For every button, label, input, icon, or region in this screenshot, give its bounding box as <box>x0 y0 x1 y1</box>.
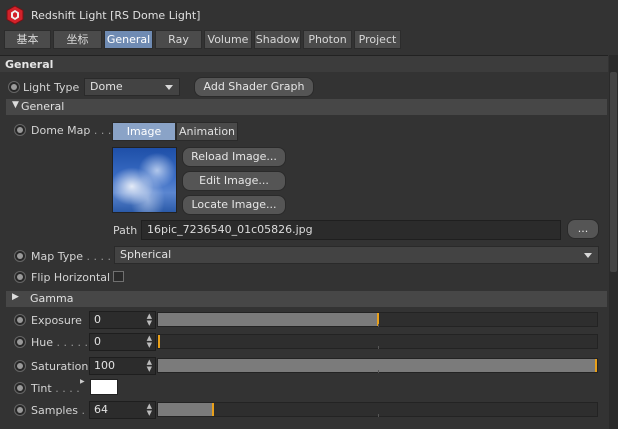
browse-path-button[interactable]: ... <box>567 219 599 239</box>
spinner-arrows-icon[interactable]: ▲ ▼ <box>147 359 152 373</box>
map-type-dropdown[interactable]: Spherical <box>114 246 599 264</box>
tab-basic[interactable]: 基本 <box>4 30 51 49</box>
redshift-logo-icon <box>6 5 24 25</box>
tint-label: Tint . . . . <box>31 382 80 395</box>
tab-project[interactable]: Project <box>354 30 401 49</box>
light-type-value: Dome <box>90 80 123 93</box>
map-type-animate-radio[interactable] <box>14 250 26 262</box>
hue-animate-radio[interactable] <box>14 336 26 348</box>
dome-map-label: Dome Map . . . <box>31 124 112 137</box>
map-type-value: Spherical <box>120 248 172 261</box>
tint-animate-radio[interactable] <box>14 382 26 394</box>
hue-input[interactable]: 0 ▲ ▼ <box>89 333 156 351</box>
window-title: Redshift Light [RS Dome Light] <box>31 9 201 22</box>
gamma-section-header[interactable]: ▶ Gamma <box>6 291 607 307</box>
spinner-arrows-icon[interactable]: ▲ ▼ <box>147 403 152 417</box>
exposure-slider[interactable] <box>157 312 598 327</box>
saturation-label: Saturation <box>31 360 89 373</box>
saturation-slider[interactable] <box>157 358 598 373</box>
exposure-animate-radio[interactable] <box>14 314 26 326</box>
samples-label: Samples . . <box>31 404 92 417</box>
light-type-animate-radio[interactable] <box>8 81 20 93</box>
locate-image-button[interactable]: Locate Image... <box>182 195 286 215</box>
reload-image-button[interactable]: Reload Image... <box>182 147 286 167</box>
path-label: Path <box>113 224 138 237</box>
subsection-general-header[interactable]: ▼ General <box>6 99 607 115</box>
scrollbar-thumb[interactable] <box>610 72 617 272</box>
flip-horizontal-label: Flip Horizontal <box>31 271 111 284</box>
samples-animate-radio[interactable] <box>14 404 26 416</box>
collapse-triangle-icon: ▼ <box>12 100 19 110</box>
subsection-general-label: General <box>21 100 65 113</box>
flip-horizontal-animate-radio[interactable] <box>14 271 26 283</box>
tab-coordinates[interactable]: 坐标 <box>53 30 102 49</box>
exposure-label: Exposure <box>31 314 82 327</box>
slider-midpoint-tick <box>377 370 379 373</box>
saturation-input[interactable]: 100 ▲ ▼ <box>89 357 156 375</box>
expand-triangle-icon: ▶ <box>12 292 19 302</box>
gamma-section-label: Gamma <box>30 292 74 305</box>
slider-handle[interactable] <box>211 403 214 416</box>
dome-map-animation-tab[interactable]: Animation <box>176 122 238 141</box>
map-type-label: Map Type . . . . <box>31 250 111 263</box>
exposure-input[interactable]: 0 ▲ ▼ <box>89 311 156 329</box>
slider-handle[interactable] <box>595 359 597 372</box>
expand-caret-icon[interactable]: ▶ <box>80 378 85 385</box>
spinner-arrows-icon[interactable]: ▲ ▼ <box>147 335 152 349</box>
samples-input[interactable]: 64 ▲ ▼ <box>89 401 156 419</box>
dome-map-animate-radio[interactable] <box>14 124 26 136</box>
tab-volume[interactable]: Volume <box>204 30 252 49</box>
path-field[interactable]: 16pic_7236540_01c05826.jpg <box>141 220 561 240</box>
spinner-arrows-icon[interactable]: ▲ ▼ <box>147 313 152 327</box>
chevron-down-icon <box>165 85 173 90</box>
chevron-down-icon <box>584 253 592 258</box>
saturation-animate-radio[interactable] <box>14 360 26 372</box>
hue-label: Hue . . . . . <box>31 336 88 349</box>
tab-shadow[interactable]: Shadow <box>254 30 301 49</box>
hue-slider[interactable] <box>157 334 598 349</box>
slider-midpoint-tick <box>377 346 379 349</box>
slider-midpoint-tick <box>377 324 379 327</box>
dome-map-thumbnail[interactable] <box>112 147 177 213</box>
tab-photon[interactable]: Photon <box>303 30 352 49</box>
slider-midpoint-tick <box>377 414 379 417</box>
edit-image-button[interactable]: Edit Image... <box>182 171 286 191</box>
tint-color-swatch[interactable] <box>90 379 118 395</box>
dome-map-image-tab[interactable]: Image <box>112 122 176 141</box>
light-type-dropdown[interactable]: Dome <box>84 78 180 96</box>
section-header-general: General <box>0 55 608 72</box>
slider-fill <box>158 313 378 326</box>
slider-fill <box>158 403 213 416</box>
add-shader-graph-button[interactable]: Add Shader Graph <box>194 77 314 97</box>
flip-horizontal-checkbox[interactable] <box>113 271 124 282</box>
tab-ray[interactable]: Ray <box>155 30 202 49</box>
tab-general[interactable]: General <box>104 30 153 49</box>
light-type-label: Light Type <box>23 81 80 94</box>
section-title: General <box>5 58 54 71</box>
samples-slider[interactable] <box>157 402 598 417</box>
slider-handle[interactable] <box>158 335 160 348</box>
